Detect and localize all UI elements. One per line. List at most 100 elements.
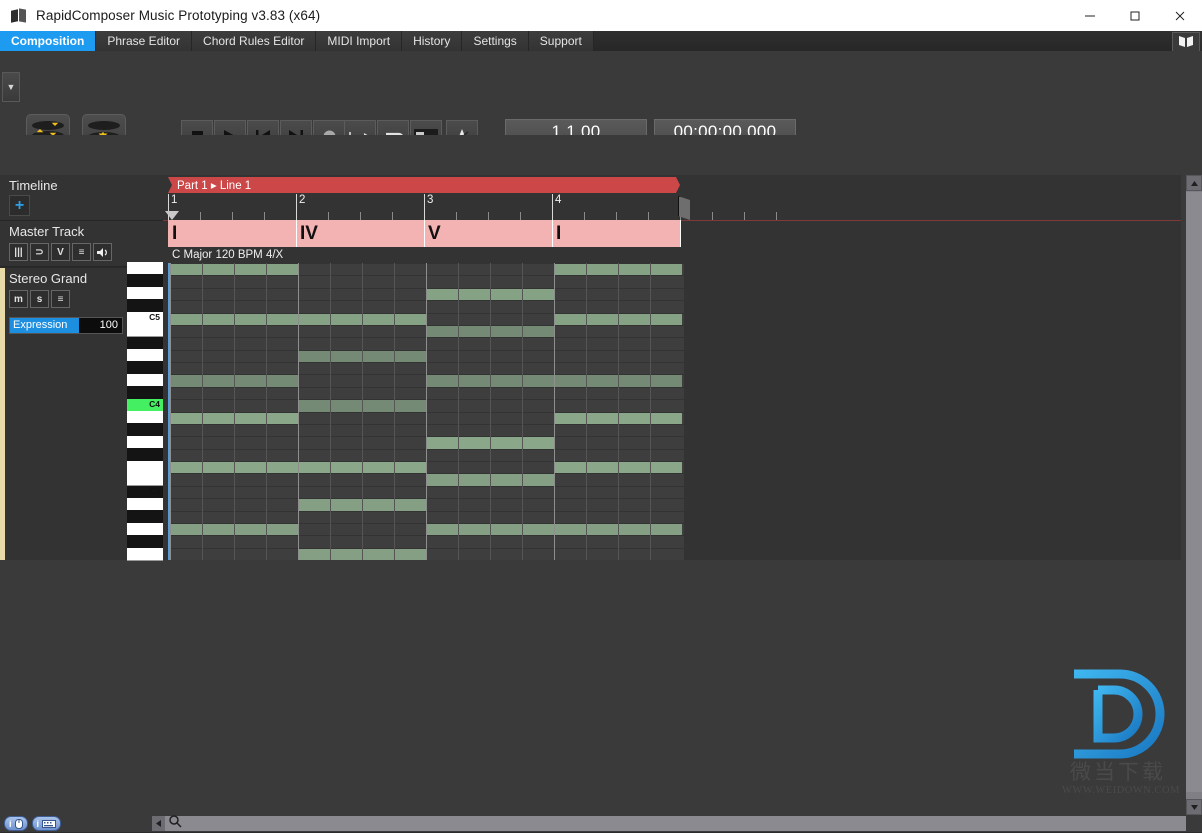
piano-black-key[interactable]	[127, 274, 163, 287]
tab-midi-import[interactable]: MIDI Import	[316, 31, 403, 51]
beat-tick	[392, 212, 393, 220]
tab-support[interactable]: Support	[528, 31, 594, 51]
list-icon[interactable]: ≡	[72, 243, 91, 261]
tab-composition[interactable]: Composition	[0, 31, 97, 51]
close-icon[interactable]	[1157, 0, 1202, 31]
manual-book-icon[interactable]	[1172, 31, 1200, 52]
grid-beat-line	[586, 263, 587, 560]
piano-white-key[interactable]	[127, 497, 163, 512]
piano-black-key[interactable]	[127, 336, 163, 349]
loop-arrow-icon[interactable]: ⊃	[30, 243, 49, 261]
piano-black-key[interactable]	[127, 448, 163, 461]
piano-white-key[interactable]	[127, 547, 163, 561]
part-label: Part 1 ▸ Line 1	[177, 180, 252, 192]
piano-keyboard[interactable]: C5 C4 C3	[127, 262, 163, 561]
horizontal-scrollbar[interactable]	[152, 814, 1186, 833]
piano-white-key[interactable]	[127, 286, 163, 301]
piano-white-key[interactable]	[127, 324, 163, 338]
tab-history[interactable]: History	[402, 31, 463, 51]
chord-segment[interactable]: IV	[296, 220, 425, 247]
piano-white-key[interactable]	[127, 262, 163, 276]
bar-number: 2	[299, 194, 306, 206]
main-toolbar: ▼ Phrases Rhythms	[0, 51, 1202, 170]
chord-segment[interactable]: I	[168, 220, 297, 247]
mouse-icon	[14, 818, 23, 829]
chord-symbol: IV	[300, 222, 318, 244]
secondary-toolbar: ♫ Snap 1/4 ▲▼ Grid 1/4 ▲▼ Preview	[0, 135, 1202, 310]
tab-settings[interactable]: Settings	[462, 31, 529, 51]
solo-button[interactable]: s	[30, 290, 49, 308]
piano-black-key[interactable]	[127, 510, 163, 523]
playhead-marker[interactable]	[165, 211, 179, 220]
window-controls	[1067, 0, 1202, 31]
chevron-down-icon[interactable]: ▼	[2, 72, 20, 102]
master-track-title: Master Track	[9, 224, 85, 239]
bar-number: 3	[427, 194, 434, 206]
piano-black-key[interactable]	[127, 535, 163, 548]
piano-white-key[interactable]	[127, 522, 163, 537]
mute-button[interactable]: m	[9, 290, 28, 308]
piano-white-key[interactable]	[127, 460, 163, 475]
chord-segment[interactable]: I	[552, 220, 681, 247]
piano-white-key[interactable]	[127, 435, 163, 450]
piano-key-label: C5	[149, 311, 160, 322]
beat-tick	[744, 212, 745, 220]
watermark-chinese: 微当下载	[1070, 760, 1166, 784]
grid-row-line	[170, 535, 684, 537]
watermark: 微当下载 WWW.WEIDOWN.COM	[1062, 668, 1192, 798]
beat-tick	[200, 212, 201, 220]
speaker-icon[interactable]	[93, 243, 112, 261]
grid-beat-line	[394, 263, 395, 560]
beat-tick	[232, 212, 233, 220]
grid-row-line	[170, 423, 684, 425]
beat-tick	[520, 212, 521, 220]
piano-white-key[interactable]	[127, 373, 163, 388]
tab-chord-rules-editor[interactable]: Chord Rules Editor	[192, 31, 317, 51]
beat-tick	[584, 212, 585, 220]
grid-beat-line	[618, 263, 619, 560]
piano-black-key[interactable]	[127, 386, 163, 399]
app-logo-icon	[10, 7, 28, 25]
timeline-ruler[interactable]: 1 2 3 4	[163, 194, 1181, 221]
mouse-info-pill[interactable]: i	[4, 816, 28, 831]
search-icon[interactable]	[169, 814, 182, 833]
title-bar: RapidComposer Music Prototyping v3.83 (x…	[0, 0, 1202, 31]
menu-button[interactable]: ≡	[51, 290, 70, 308]
velocity-icon[interactable]: V	[51, 243, 70, 261]
expression-label: Expression	[13, 319, 68, 331]
piano-key-label: C3	[149, 485, 160, 496]
beat-tick	[712, 212, 713, 220]
watermark-url: WWW.WEIDOWN.COM	[1062, 785, 1180, 796]
keyboard-icon[interactable]: |||	[9, 243, 28, 261]
timeline-section: Timeline +	[0, 175, 163, 221]
piano-key-label: C4	[149, 398, 160, 409]
tab-phrase-editor[interactable]: Phrase Editor	[96, 31, 193, 51]
grid-beat-line	[202, 263, 203, 560]
vertical-scrollbar[interactable]	[1186, 175, 1202, 815]
grid-bar-line	[426, 263, 427, 560]
scroll-left-icon[interactable]	[152, 816, 165, 831]
plus-icon[interactable]: +	[9, 195, 30, 216]
chord-progression-lane[interactable]: I IV V I	[168, 220, 681, 247]
piano-white-key[interactable]	[127, 473, 163, 487]
scrollbar-thumb[interactable]	[1186, 192, 1202, 792]
chord-segment[interactable]: V	[424, 220, 553, 247]
note-grid[interactable]	[168, 263, 684, 560]
grid-beat-line	[458, 263, 459, 560]
minimize-icon[interactable]	[1067, 0, 1112, 31]
piano-black-key[interactable]	[127, 361, 163, 374]
beat-tick	[616, 212, 617, 220]
expression-slider[interactable]: Expression 100	[9, 317, 123, 334]
maximize-icon[interactable]	[1112, 0, 1157, 31]
grid-row-line	[170, 547, 684, 549]
scroll-down-icon[interactable]	[1186, 799, 1202, 815]
expression-value: 100	[99, 319, 118, 331]
piano-black-key[interactable]	[127, 299, 163, 312]
part-header-bar[interactable]: Part 1 ▸ Line 1	[168, 177, 680, 193]
piano-white-key[interactable]	[127, 411, 163, 425]
piano-white-key[interactable]	[127, 348, 163, 363]
keyboard-info-pill[interactable]: i	[31, 816, 62, 831]
scroll-up-icon[interactable]	[1186, 175, 1202, 191]
piano-black-key[interactable]	[127, 423, 163, 436]
grid-row-line	[170, 399, 684, 401]
